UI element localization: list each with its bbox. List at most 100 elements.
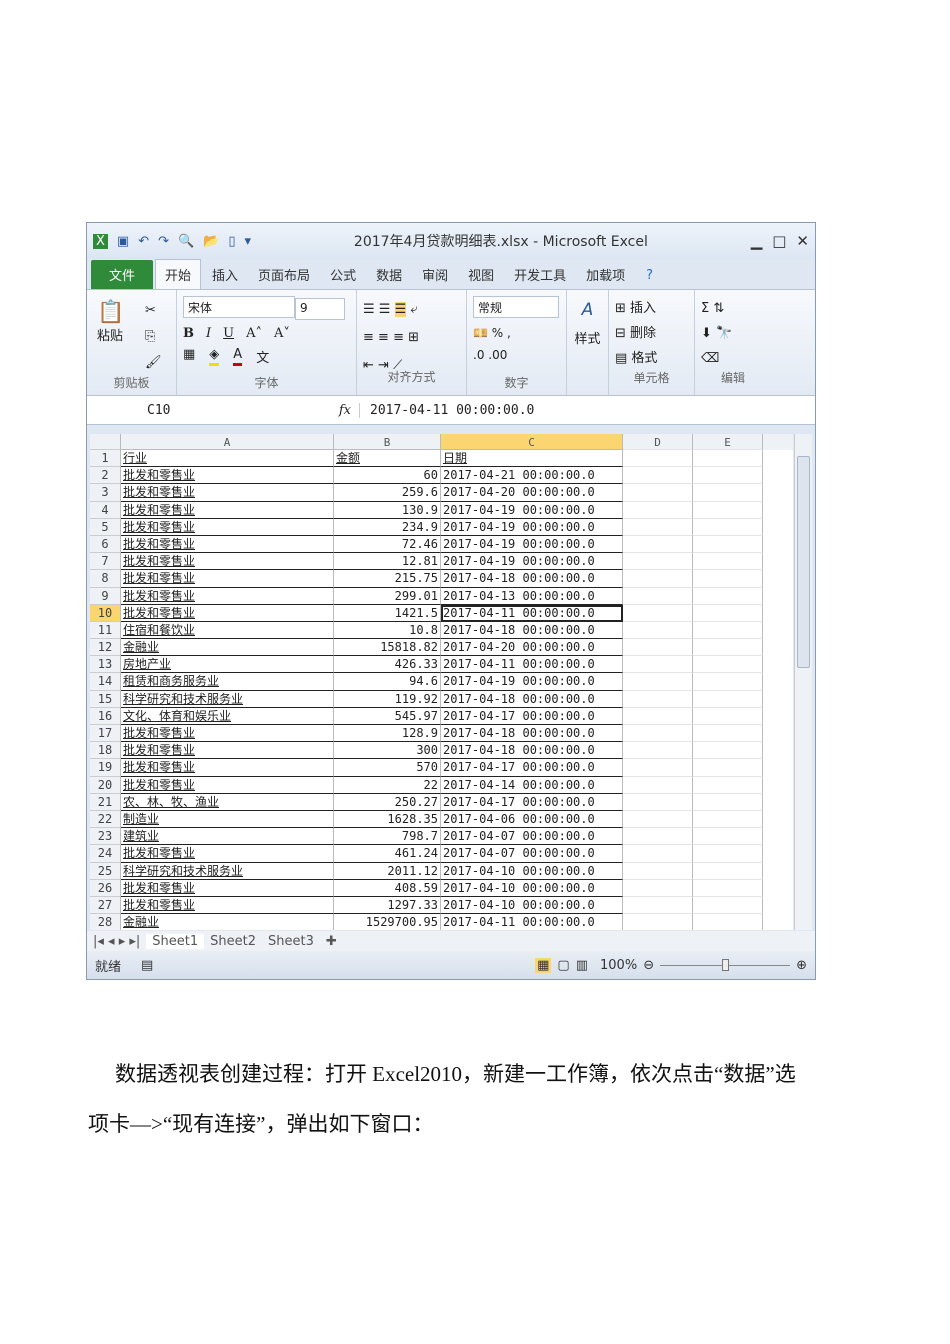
cell[interactable]: [623, 742, 693, 760]
cell[interactable]: [623, 467, 693, 485]
amount-cell[interactable]: 72.46: [334, 535, 441, 554]
page-break-view-icon[interactable]: ▥: [576, 958, 588, 973]
industry-cell[interactable]: 金融业: [121, 914, 334, 930]
date-cell[interactable]: 2017-04-07 00:00:00.0: [441, 828, 623, 846]
sheet-tab-sheet3[interactable]: Sheet3: [262, 934, 320, 949]
amount-cell[interactable]: 461.24: [334, 845, 441, 863]
worksheet-grid[interactable]: A B C D E 1 行业 金额 日期 2 批发和零售业 60 2017-04-21 00:00:00…: [90, 434, 793, 930]
industry-cell[interactable]: 批发和零售业: [121, 776, 334, 794]
undo-icon[interactable]: ↶: [138, 234, 149, 249]
cut-icon[interactable]: ✂: [145, 298, 162, 324]
cell[interactable]: [693, 793, 763, 811]
date-cell[interactable]: 2017-04-07 00:00:00.0: [441, 845, 623, 863]
shrink-font-icon[interactable]: A˅: [274, 326, 290, 341]
cell[interactable]: [693, 518, 763, 536]
percent-icon[interactable]: %: [492, 326, 503, 340]
date-cell[interactable]: 2017-04-11 00:00:00.0: [441, 656, 623, 674]
industry-cell[interactable]: 批发和零售业: [121, 879, 334, 897]
italic-icon[interactable]: I: [206, 326, 211, 341]
cell[interactable]: [623, 828, 693, 846]
close-icon[interactable]: ✕: [796, 232, 809, 250]
cell[interactable]: [623, 450, 693, 468]
cell[interactable]: [623, 587, 693, 605]
date-cell[interactable]: 2017-04-17 00:00:00.0: [441, 707, 623, 725]
cell[interactable]: [693, 639, 763, 657]
cell[interactable]: [693, 587, 763, 605]
cell[interactable]: [623, 707, 693, 725]
date-cell[interactable]: 2017-04-19 00:00:00.0: [441, 553, 623, 571]
date-cell[interactable]: 2017-04-11 00:00:00.0: [441, 914, 623, 930]
cell[interactable]: [693, 621, 763, 640]
underline-icon[interactable]: U: [223, 326, 234, 341]
amount-cell[interactable]: 408.59: [334, 879, 441, 897]
zoom-slider[interactable]: [660, 958, 791, 971]
formula-input[interactable]: 2017-04-11 00:00:00.0: [359, 402, 815, 418]
font-name-select[interactable]: 宋体: [183, 296, 295, 318]
cell[interactable]: [623, 484, 693, 502]
cell[interactable]: [623, 570, 693, 588]
font-color-icon[interactable]: A: [233, 347, 243, 366]
new-icon[interactable]: ▯: [228, 234, 235, 249]
industry-cell[interactable]: 批发和零售业: [121, 742, 334, 760]
zoom-out-icon[interactable]: ⊖: [643, 958, 654, 973]
date-cell[interactable]: 2017-04-19 00:00:00.0: [441, 501, 623, 519]
amount-cell[interactable]: 570: [334, 759, 441, 777]
amount-cell[interactable]: 60: [334, 467, 441, 485]
date-cell[interactable]: 2017-04-18 00:00:00.0: [441, 570, 623, 588]
industry-cell[interactable]: 批发和零售业: [121, 896, 334, 915]
insert-cells-button[interactable]: ⊞ 插入: [615, 296, 688, 321]
comma-icon[interactable]: ,: [507, 326, 511, 340]
amount-cell[interactable]: 426.33: [334, 656, 441, 674]
tab-addins[interactable]: 加载项: [577, 260, 634, 289]
cell[interactable]: [623, 776, 693, 794]
page-layout-view-icon[interactable]: ▢: [557, 958, 569, 973]
column-header-c[interactable]: C: [441, 434, 623, 450]
amount-cell[interactable]: 1297.33: [334, 896, 441, 915]
format-painter-icon[interactable]: 🖌: [145, 350, 162, 376]
cell[interactable]: [623, 845, 693, 863]
tab-home[interactable]: 开始: [155, 259, 202, 289]
tab-data[interactable]: 数据: [367, 260, 411, 289]
cell[interactable]: [623, 656, 693, 674]
amount-cell[interactable]: 22: [334, 776, 441, 794]
cell[interactable]: [693, 896, 763, 915]
amount-cell[interactable]: 215.75: [334, 570, 441, 588]
cell[interactable]: [623, 725, 693, 743]
save-icon[interactable]: ▣: [117, 234, 129, 249]
date-cell[interactable]: 2017-04-19 00:00:00.0: [441, 535, 623, 554]
sort-filter-icon[interactable]: ⇅: [713, 301, 724, 316]
header-cell[interactable]: 日期: [441, 450, 623, 468]
industry-cell[interactable]: 科学研究和技术服务业: [121, 862, 334, 880]
date-cell[interactable]: 2017-04-20 00:00:00.0: [441, 639, 623, 657]
amount-cell[interactable]: 130.9: [334, 501, 441, 519]
date-cell[interactable]: 2017-04-11 00:00:00.0: [441, 604, 623, 622]
column-header-a[interactable]: A: [121, 434, 334, 450]
date-cell[interactable]: 2017-04-17 00:00:00.0: [441, 759, 623, 777]
industry-cell[interactable]: 文化、体育和娱乐业: [121, 707, 334, 725]
date-cell[interactable]: 2017-04-18 00:00:00.0: [441, 725, 623, 743]
date-cell[interactable]: 2017-04-17 00:00:00.0: [441, 793, 623, 811]
increase-decimal-icon[interactable]: .0: [473, 348, 484, 362]
date-cell[interactable]: 2017-04-18 00:00:00.0: [441, 742, 623, 760]
amount-cell[interactable]: 15818.82: [334, 639, 441, 657]
industry-cell[interactable]: 房地产业: [121, 656, 334, 674]
fill-icon[interactable]: ⬇: [701, 326, 712, 341]
macro-record-icon[interactable]: ▤: [141, 958, 153, 973]
clear-icon[interactable]: ⌫: [701, 351, 719, 366]
bold-icon[interactable]: B: [183, 326, 194, 341]
wrap-text-icon[interactable]: ⤶: [410, 302, 417, 317]
font-size-select[interactable]: 9: [295, 298, 345, 320]
cell[interactable]: [623, 518, 693, 536]
insert-sheet-icon[interactable]: ✚: [320, 934, 343, 949]
cell[interactable]: [623, 673, 693, 691]
industry-cell[interactable]: 制造业: [121, 810, 334, 829]
industry-cell[interactable]: 建筑业: [121, 828, 334, 846]
cell[interactable]: [623, 639, 693, 657]
name-box[interactable]: C10: [87, 403, 267, 418]
industry-cell[interactable]: 批发和零售业: [121, 587, 334, 605]
amount-cell[interactable]: 259.6: [334, 484, 441, 502]
amount-cell[interactable]: 94.6: [334, 673, 441, 691]
amount-cell[interactable]: 299.01: [334, 587, 441, 605]
minimize-icon[interactable]: ▁: [751, 232, 763, 250]
cell[interactable]: [693, 828, 763, 846]
